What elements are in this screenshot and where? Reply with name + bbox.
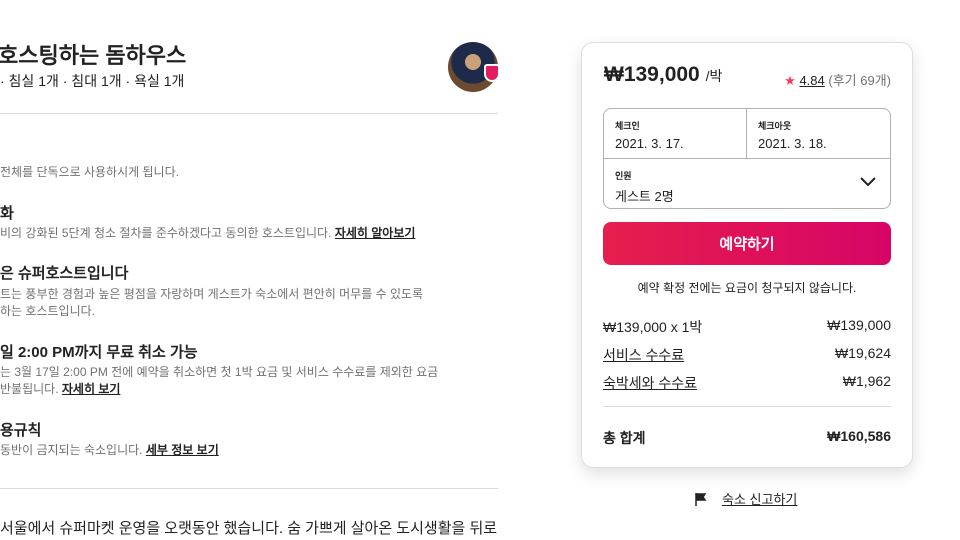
line-value: ₩19,624	[834, 345, 891, 361]
total-value: ₩160,586	[827, 428, 891, 444]
checkin-label: 체크인	[615, 121, 640, 131]
price-line: 숙박세와 수수료 ₩1,962	[603, 373, 891, 393]
highlight-text: 트는 풍부한 경험과 높은 평점을 자랑하며 게스트가 숙소에서 편안히 머무를…	[0, 287, 424, 301]
cancellation-details-link[interactable]: 자세히 보기	[62, 382, 121, 396]
total-line: 총 합계 ₩160,586	[603, 428, 891, 448]
checkout-field[interactable]: 체크아웃 2021. 3. 18.	[747, 109, 890, 159]
highlight-text: 비의 강화된 5단계 청소 절차를 준수하겠다고 동의한 호스트입니다.	[0, 226, 332, 240]
highlight-text: 반불됩니다.	[0, 382, 59, 396]
highlight-title: 일 2:00 PM까지 무료 취소 가능	[0, 344, 198, 361]
checkin-field[interactable]: 체크인 2021. 3. 17.	[604, 109, 747, 159]
checkout-label: 체크아웃	[758, 121, 792, 131]
rating: ★ 4.84 (후기 69개)	[784, 70, 891, 89]
guests-value: 게스트 2명	[615, 189, 674, 204]
highlight-title: 은 슈퍼호스트입니다	[0, 265, 129, 282]
total-label: 총 합계	[603, 430, 646, 446]
checkout-value: 2021. 3. 18.	[758, 136, 827, 151]
reserve-button[interactable]: 예약하기	[603, 222, 891, 265]
price-line: ₩139,000 x 1박 ₩139,000	[603, 317, 891, 337]
rules-details-link[interactable]: 세부 정보 보기	[146, 443, 219, 457]
line-value: ₩139,000	[827, 317, 891, 333]
rating-score-link[interactable]: 4.84	[799, 73, 824, 88]
highlight-title: 화	[0, 205, 14, 222]
highlight-title: 용규칙	[0, 422, 42, 439]
star-icon: ★	[784, 73, 796, 88]
flag-icon	[695, 492, 707, 506]
learn-more-link[interactable]: 자세히 알아보기	[335, 226, 416, 240]
price-line: 서비스 수수료 ₩19,624	[603, 345, 891, 365]
chevron-down-icon	[860, 177, 876, 187]
report-listing-link[interactable]: 숙소 신고하기	[722, 489, 797, 508]
highlight-text: 동반이 금지되는 숙소입니다.	[0, 443, 143, 457]
report-listing[interactable]: 숙소 신고하기	[694, 489, 797, 508]
line-value: ₩1,962	[842, 373, 891, 389]
checkin-value: 2021. 3. 17.	[615, 136, 684, 151]
line-label: ₩139,000 x 1박	[603, 319, 703, 335]
listing-title: 호스팅하는 돔하우스	[0, 43, 187, 68]
host-description: 서울에서 슈퍼마켓 운영을 오랫동안 했습니다. 숨 가쁘게 살아온 도시생활을…	[0, 520, 498, 537]
highlight-text: 하는 호스트입니다.	[0, 304, 95, 318]
taxes-link[interactable]: 숙박세와 수수료	[603, 373, 697, 393]
review-count: (후기 69개)	[828, 73, 891, 88]
divider	[0, 113, 498, 114]
highlight-text: 전체를 단독으로 사용하시게 됩니다.	[0, 165, 179, 179]
guests-label: 인원	[615, 171, 632, 181]
service-fee-link[interactable]: 서비스 수수료	[603, 345, 684, 365]
per-night-label: /박	[705, 68, 723, 84]
price-value: ₩139,000	[604, 63, 700, 86]
highlight-text: 는 3월 17일 2:00 PM 전에 예약을 취소하면 첫 1박 요금 및 서…	[0, 365, 439, 379]
divider	[603, 406, 891, 407]
guests-select[interactable]: 인원 게스트 2명	[604, 159, 890, 208]
listing-subtitle: · 침실 1개 · 침대 1개 · 욕실 1개	[0, 73, 185, 89]
divider	[0, 488, 498, 489]
nightly-price: ₩139,000 /박	[604, 63, 722, 87]
superhost-badge-icon	[484, 64, 500, 82]
booking-form: 체크인 2021. 3. 17. 체크아웃 2021. 3. 18. 인원 게스…	[603, 108, 891, 209]
no-charge-note: 예약 확정 전에는 요금이 청구되지 않습니다.	[637, 281, 857, 295]
